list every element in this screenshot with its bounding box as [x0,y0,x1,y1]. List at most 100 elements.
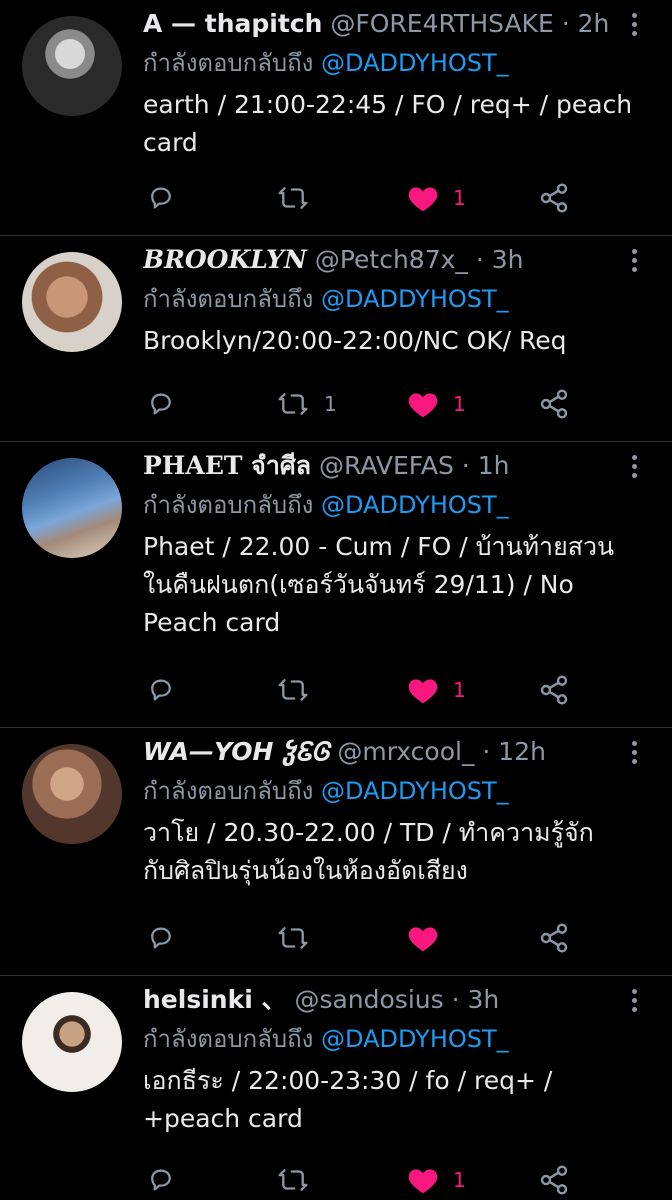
like-count: 1 [453,392,466,416]
avatar[interactable] [22,252,122,352]
retweet-button[interactable] [276,180,324,216]
retweet-icon [278,393,308,415]
tweet-header: PHAET จำศีล @RAVEFAS · 1h [143,449,613,483]
more-vertical-icon[interactable] [622,986,646,1016]
replying-to: กำลังตอบกลับถึง @DADDYHOST_ [143,488,509,522]
action-bar: 1 1 [0,386,672,422]
tweet[interactable]: A — thapitch @FORE4RTHSAKE · 2h กำลังตอบ… [0,0,672,236]
retweet-icon [278,679,308,701]
tweet[interactable]: BROOKLYN @Petch87x_ · 3h กำลังตอบกลับถึง… [0,236,672,442]
tweet-header: WA—YOH ჴᏋᎶ @mrxcool_ · 12h [143,735,613,769]
avatar[interactable] [22,992,122,1092]
replying-prefix: กำลังตอบกลับถึง [143,285,322,313]
display-name[interactable]: A — thapitch [143,9,322,38]
avatar[interactable] [22,16,122,116]
tweet-header: BROOKLYN @Petch87x_ · 3h [143,243,613,277]
heart-filled-icon [408,393,438,418]
like-button[interactable]: 1 [407,180,466,216]
replying-to: กำลังตอบกลับถึง @DADDYHOST_ [143,774,509,808]
retweet-button[interactable] [276,920,324,956]
like-button[interactable]: 1 [407,386,466,422]
share-icon [540,183,568,213]
tweet-text: เอกธีระ / 22:00-23:30 / fo / req+ / +pea… [143,1066,553,1133]
share-icon [540,389,568,419]
heart-filled-icon [408,1169,438,1194]
replying-prefix: กำลังตอบกลับถึง [143,49,322,77]
avatar[interactable] [22,458,122,558]
retweet-count: 1 [324,392,337,416]
more-vertical-icon[interactable] [622,738,646,768]
reply-button[interactable] [146,1162,176,1198]
replying-to: กำลังตอบกลับถึง @DADDYHOST_ [143,1022,509,1056]
user-handle[interactable]: @mrxcool_ [337,737,474,766]
timestamp[interactable]: 1h [478,451,510,480]
more-vertical-icon[interactable] [622,10,646,40]
retweet-button[interactable] [276,672,324,708]
share-button[interactable] [538,1162,570,1198]
tweet-header: A — thapitch @FORE4RTHSAKE · 2h [143,7,613,41]
like-button[interactable]: 1 [407,672,466,708]
mention-link[interactable]: @DADDYHOST_ [321,49,509,77]
tweet[interactable]: PHAET จำศีล @RAVEFAS · 1h กำลังตอบกลับถึ… [0,442,672,728]
timestamp[interactable]: 3h [467,985,499,1014]
retweet-icon [278,927,308,949]
heart-filled-icon [408,187,438,212]
mention-link[interactable]: @DADDYHOST_ [321,777,509,805]
reply-button[interactable] [146,920,176,956]
mention-link[interactable]: @DADDYHOST_ [321,285,509,313]
action-bar: 1 [0,672,672,708]
reply-icon [151,187,171,209]
like-button[interactable] [407,920,453,956]
action-bar: 1 [0,1162,672,1198]
heart-filled-icon [408,927,438,952]
separator-dot: · [453,451,478,480]
share-button[interactable] [538,920,570,956]
tweet-text: Brooklyn/20:00-22:00/NC OK/ Req [143,326,567,355]
user-handle[interactable]: @Petch87x_ [315,245,468,274]
tweet[interactable]: helsinki 、 @sandosius · 3h กำลังตอบกลับถ… [0,976,672,1200]
more-vertical-icon[interactable] [622,452,646,482]
retweet-icon [278,187,308,209]
timestamp[interactable]: 3h [492,245,524,274]
timestamp[interactable]: 2h [578,9,610,38]
like-count: 1 [453,186,466,210]
tweet-text: วาโย / 20.30-22.00 / TD / ทำความรู้จัก ก… [143,818,594,885]
tweet-header: helsinki 、 @sandosius · 3h [143,983,613,1017]
reply-icon [151,1169,171,1191]
reply-icon [151,927,171,949]
display-name[interactable]: BROOKLYN [143,245,307,274]
reply-button[interactable] [146,672,176,708]
user-handle[interactable]: @FORE4RTHSAKE [330,9,553,38]
more-vertical-icon[interactable] [622,246,646,276]
retweet-button[interactable] [276,1162,324,1198]
like-button[interactable]: 1 [407,1162,466,1198]
tweet[interactable]: WA—YOH ჴᏋᎶ @mrxcool_ · 12h กำลังตอบกลับถ… [0,728,672,976]
display-name[interactable]: WA—YOH ჴᏋᎶ [143,737,329,766]
reply-icon [151,679,171,701]
replying-to: กำลังตอบกลับถึง @DADDYHOST_ [143,282,509,316]
timestamp[interactable]: 12h [498,737,546,766]
reply-icon [151,393,171,415]
user-handle[interactable]: @sandosius [294,985,443,1014]
separator-dot: · [553,9,578,38]
reply-button[interactable] [146,386,176,422]
display-name[interactable]: helsinki 、 [143,985,286,1014]
share-button[interactable] [538,180,570,216]
retweet-icon [278,1169,308,1191]
like-count: 1 [453,1168,466,1192]
mention-link[interactable]: @DADDYHOST_ [321,491,509,519]
like-count: 1 [453,678,466,702]
reply-button[interactable] [146,180,176,216]
retweet-button[interactable]: 1 [276,386,337,422]
share-button[interactable] [538,672,570,708]
display-name[interactable]: PHAET จำศีล [143,451,311,480]
tweet-text: earth / 21:00-22:45 / FO / req+ / peach … [143,90,633,157]
heart-filled-icon [408,679,438,704]
mention-link[interactable]: @DADDYHOST_ [321,1025,509,1053]
replying-prefix: กำลังตอบกลับถึง [143,491,322,519]
replying-prefix: กำลังตอบกลับถึง [143,1025,322,1053]
avatar[interactable] [22,744,122,844]
user-handle[interactable]: @RAVEFAS [319,451,454,480]
reply-feed: A — thapitch @FORE4RTHSAKE · 2h กำลังตอบ… [0,0,672,1200]
share-button[interactable] [538,386,570,422]
